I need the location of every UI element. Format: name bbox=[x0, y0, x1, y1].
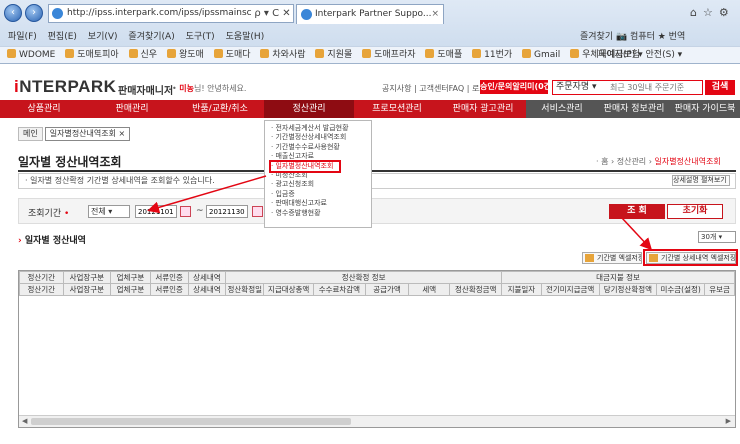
annotation-arrows bbox=[147, 175, 653, 251]
arrow-to-date bbox=[147, 175, 267, 214]
arrow-to-excel bbox=[621, 217, 653, 251]
